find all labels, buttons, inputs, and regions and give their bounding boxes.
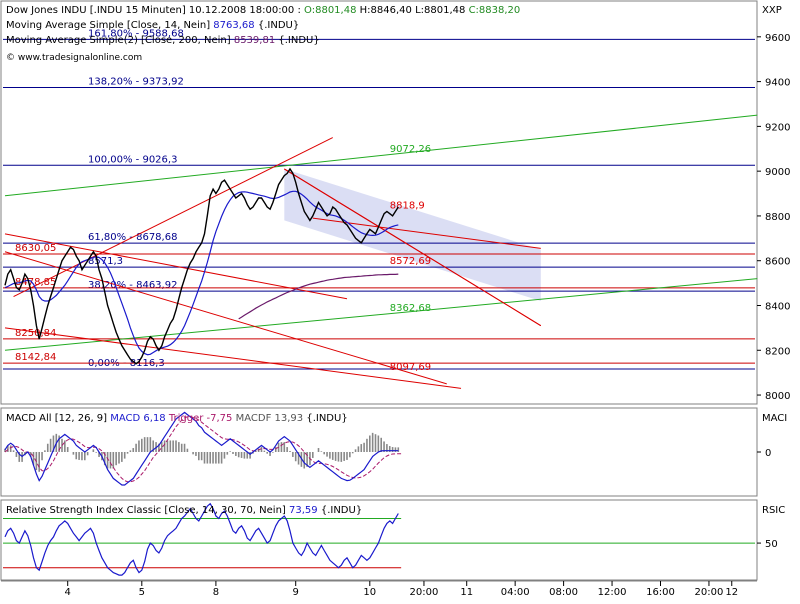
price-y-tick-label: 8400 — [765, 301, 790, 312]
macd-panel: 0 MACD All [12, 26, 9] MACD 6,18 Trigger… — [0, 407, 787, 497]
high-value: H:8846,40 — [360, 5, 412, 16]
macd-value: MACD 6,18 — [110, 413, 165, 424]
red-level-label: 8630,05 — [15, 243, 56, 254]
macd-label: MACD All [12, 26, 9] — [6, 413, 107, 424]
x-tick-label: 16:00 — [646, 587, 675, 598]
fib-level-label: 138,20% - 9373,92 — [88, 76, 184, 87]
ma1-suffix: {.INDU} — [258, 20, 299, 31]
ma2-label: Moving Average Simple(2) [Close, 200, Ne… — [6, 35, 231, 46]
rsi-y-tick-label: 50 — [765, 539, 778, 550]
price-y-tick-label: 8800 — [765, 212, 790, 223]
ma2-value: 8539,81 — [234, 35, 275, 46]
trigger-value: Trigger -7,75 — [168, 413, 233, 424]
rsi-label: Relative Strength Index Classic [Close, … — [6, 505, 286, 516]
price-y-tick-label: 8000 — [765, 391, 790, 402]
rsi-value: 73,59 — [289, 505, 318, 516]
price-y-tick-label: 9600 — [765, 33, 790, 44]
price-y-tick-label: 8200 — [765, 346, 790, 357]
rsi-panel: 50 Relative Strength Index Classic [Clos… — [0, 499, 785, 581]
trend-label: 8818,9 — [390, 201, 425, 212]
close-value: C:8838,20 — [469, 5, 521, 16]
macd-axis-unit: MACI — [762, 413, 787, 424]
x-tick-label: 4 — [65, 587, 71, 598]
x-tick-label: 20:00 — [410, 587, 439, 598]
macd-legend: MACD All [12, 26, 9] MACD 6,18 Trigger -… — [6, 413, 348, 424]
red-level-label: 8142,84 — [15, 352, 56, 363]
chart-title: Dow Jones INDU [.INDU 15 Minuten] 10.12.… — [6, 5, 301, 16]
price-panel: 161,80% - 9588,68138,20% - 9373,92100,00… — [0, 0, 790, 405]
chart-svg: 161,80% - 9588,68138,20% - 9373,92100,00… — [0, 0, 800, 600]
price-legend-title: Dow Jones INDU [.INDU 15 Minuten] 10.12.… — [6, 5, 520, 16]
open-value: O:8801,48 — [304, 5, 356, 16]
trend-label: 8362,68 — [390, 303, 431, 314]
ma1-legend: Moving Average Simple [Close, 14, Nein] … — [6, 20, 299, 31]
ma1-value: 8763,68 — [213, 20, 254, 31]
copyright-text: © www.tradesignalonline.com — [6, 53, 142, 63]
x-tick-label: 11 — [460, 587, 473, 598]
x-tick-label: 12 — [725, 587, 738, 598]
rsi-suffix: {.INDU} — [321, 505, 362, 516]
macd-y-tick-label: 0 — [765, 448, 771, 459]
chart-root: 161,80% - 9588,68 138,20% - 9373,92 100,00… — [0, 0, 800, 600]
price-y-tick-label: 9000 — [765, 167, 790, 178]
low-value: L:8801,48 — [415, 5, 465, 16]
rsi-legend: Relative Strength Index Classic [Close, … — [6, 505, 362, 516]
trend-label: 8097,69 — [390, 362, 431, 373]
fib-level-label: 100,00% - 9026,3 — [88, 154, 177, 165]
trend-label: 9072,26 — [390, 144, 431, 155]
ma2-legend: Moving Average Simple(2) [Close, 200, Ne… — [6, 35, 320, 46]
rsi-axis-unit: RSIC — [762, 505, 785, 516]
trend-label: 8572,69 — [390, 256, 431, 267]
x-tick-label: 5 — [139, 587, 145, 598]
x-tick-label: 12:00 — [598, 587, 627, 598]
ma1-label: Moving Average Simple [Close, 14, Nein] — [6, 20, 210, 31]
x-tick-label: 08:00 — [549, 587, 578, 598]
x-tick-label: 8 — [213, 587, 219, 598]
macd-suffix: {.INDU} — [306, 413, 347, 424]
price-y-tick-label: 9200 — [765, 122, 790, 133]
macdf-value: MACDF 13,93 — [236, 413, 304, 424]
x-tick-label: 10 — [363, 587, 376, 598]
x-tick-label: 20:00 — [695, 587, 724, 598]
ma2-suffix: {.INDU} — [278, 35, 319, 46]
price-axis-unit: XXP — [762, 5, 782, 16]
price-y-tick-label: 8600 — [765, 257, 790, 268]
x-tick-label: 9 — [293, 587, 299, 598]
x-tick-label: 04:00 — [501, 587, 530, 598]
price-y-tick-label: 9400 — [765, 78, 790, 89]
